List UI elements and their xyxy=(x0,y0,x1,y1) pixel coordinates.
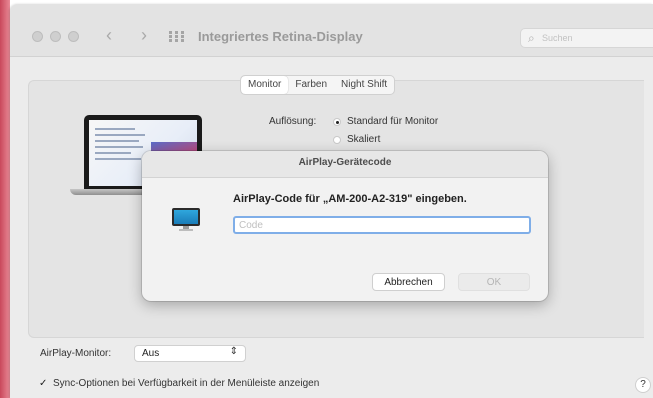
tab-night-shift[interactable]: Night Shift xyxy=(334,76,394,94)
zoom-window-button[interactable] xyxy=(68,31,79,42)
sync-checkbox[interactable]: ✓ xyxy=(39,378,47,389)
code-input[interactable] xyxy=(233,216,531,234)
window-title: Integriertes Retina-Display xyxy=(198,29,363,44)
airplay-monitor-select[interactable]: Aus ⇕ xyxy=(134,345,246,362)
search-placeholder: Suchen xyxy=(542,33,573,43)
airplay-monitor-label: AirPlay-Monitor: xyxy=(40,348,112,359)
chevron-right-icon[interactable]: › xyxy=(134,24,154,46)
minimize-window-button[interactable] xyxy=(50,31,61,42)
sync-options-label: Sync-Optionen bei Verfügbarkeit in der M… xyxy=(53,378,320,389)
background-accent-strip xyxy=(0,0,10,398)
resolution-label: Auflösung: xyxy=(269,116,317,127)
radio-unselected-icon xyxy=(333,136,341,144)
grid-icon[interactable] xyxy=(169,31,184,42)
tab-farben[interactable]: Farben xyxy=(288,76,334,94)
help-button[interactable]: ? xyxy=(635,377,651,393)
radio-selected-icon xyxy=(333,118,341,126)
dialog-title-bar: AirPlay-Gerätecode xyxy=(142,151,548,178)
dialog-title: AirPlay-Gerätecode xyxy=(298,157,392,168)
cancel-button[interactable]: Abbrechen xyxy=(372,273,445,291)
search-field[interactable]: ⌕ Suchen xyxy=(520,28,653,48)
tab-monitor[interactable]: Monitor xyxy=(241,76,289,94)
dialog-prompt: AirPlay-Code für „AM-200-A2-319" eingebe… xyxy=(233,193,467,205)
title-bar: ‹ › Integriertes Retina-Display ⌕ Suchen xyxy=(10,4,653,57)
chevron-left-icon[interactable]: ‹ xyxy=(99,24,119,46)
close-window-button[interactable] xyxy=(32,31,43,42)
ok-button[interactable]: OK xyxy=(458,273,530,291)
tab-bar: Monitor Farben Night Shift xyxy=(240,75,396,95)
airplay-monitor-value: Aus xyxy=(142,348,160,359)
search-icon: ⌕ xyxy=(528,31,535,45)
updown-chevron-icon: ⇕ xyxy=(229,346,238,357)
